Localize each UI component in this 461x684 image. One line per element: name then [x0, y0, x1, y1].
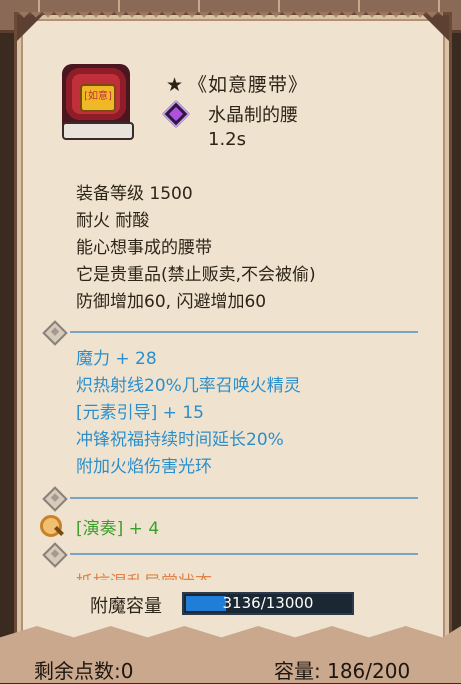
star-icon: ★ [166, 74, 185, 96]
item-icon-frame: [如意] [54, 58, 140, 150]
belt-icon: [如意] [62, 64, 134, 140]
item-subtype: 水晶制的腰 [208, 105, 298, 126]
enchant-stat-line: 附加火焰伤害光环 [76, 457, 212, 477]
section-divider [70, 553, 418, 555]
base-stat-line: 防御增加60, 闪避增加60 [76, 292, 267, 312]
base-stat-line: 装备等级 1500 [76, 184, 193, 204]
bead-icon [40, 515, 64, 537]
enchant-stat-line: 冲锋祝福持续时间延长20% [76, 430, 284, 450]
item-title: ★ 《如意腰带》 [166, 70, 308, 97]
belt-base-shape [62, 122, 134, 140]
enchant-stat-line: 魔力 + 28 [76, 349, 157, 369]
base-stat-line: 能心想事成的腰带 [76, 238, 212, 258]
enchant-stat-line: 炽热射线20%几率召唤火精灵 [76, 376, 301, 396]
capacity-label: 附魔容量 [90, 596, 162, 617]
faded-stat-line: 抵抗混乱异常状态 [76, 568, 212, 580]
base-stat-line: 它是贵重品(禁止贩卖,不会被偷) [76, 265, 316, 285]
section-divider [70, 331, 418, 333]
skill-bonus-line: [演奏] + 4 [76, 519, 160, 539]
enchant-stats-list: 魔力 + 28 炽热射线20%几率召唤火精灵 [元素引导] + 15 冲锋祝福持… [76, 346, 301, 481]
section-divider [70, 497, 418, 499]
item-name: 《如意腰带》 [188, 74, 309, 96]
inventory-capacity: 容量: 186/200 [274, 659, 411, 683]
belt-buckle-icon: [如意] [80, 84, 116, 112]
enchant-stat-line: [元素引导] + 15 [76, 403, 204, 423]
base-stats-list: 装备等级 1500 耐火 耐酸 能心想事成的腰带 它是贵重品(禁止贩卖,不会被偷… [76, 181, 316, 316]
capacity-value: 3136/13000 [222, 594, 314, 612]
base-stat-line: 耐火 耐酸 [76, 211, 150, 231]
item-speed: 1.2s [208, 129, 247, 150]
capacity-bar: 3136/13000 [182, 592, 354, 615]
remaining-points: 剩余点数:0 [34, 659, 134, 683]
card-top-zigzag [18, 12, 443, 24]
